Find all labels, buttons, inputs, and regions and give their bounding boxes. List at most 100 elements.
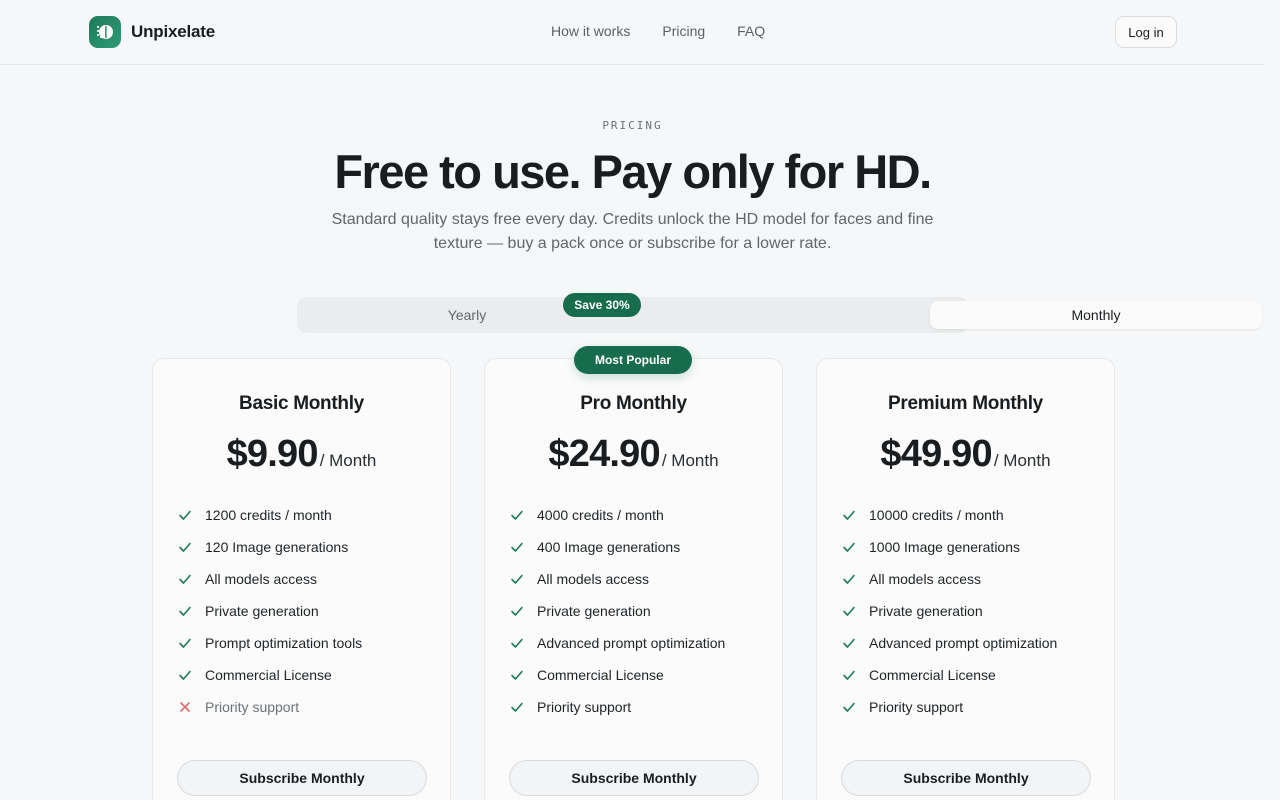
- check-icon: [177, 571, 193, 587]
- feature-label: 120 Image generations: [205, 539, 349, 555]
- feature-label: Private generation: [537, 603, 651, 619]
- cross-icon: [177, 699, 193, 715]
- check-icon: [177, 635, 193, 651]
- feature-item: 120 Image generations: [177, 531, 362, 563]
- check-icon: [509, 507, 525, 523]
- feature-item: 4000 credits / month: [509, 499, 725, 531]
- logo-icon: [89, 16, 121, 48]
- feature-label: Private generation: [205, 603, 319, 619]
- feature-list: 4000 credits / month 400 Image generation…: [509, 499, 725, 723]
- feature-label: 4000 credits / month: [537, 507, 664, 523]
- check-icon: [177, 667, 193, 683]
- nav-how-it-works[interactable]: How it works: [551, 23, 630, 39]
- feature-label: 1000 Image generations: [869, 539, 1020, 555]
- check-icon: [509, 571, 525, 587]
- feature-label: 1200 credits / month: [205, 507, 332, 523]
- feature-item: Priority support: [509, 691, 725, 723]
- feature-label: 10000 credits / month: [869, 507, 1004, 523]
- feature-label: Priority support: [537, 699, 632, 715]
- plan-price-row: $9.90 / Month: [153, 433, 450, 476]
- feature-label: Priority support: [205, 699, 300, 715]
- feature-label: All models access: [537, 571, 650, 587]
- page-subtitle: Standard quality stays free every day. C…: [331, 211, 934, 252]
- feature-list: 10000 credits / month 1000 Image generati…: [841, 499, 1057, 723]
- page-title: Free to use. Pay only for HD.: [334, 145, 932, 198]
- save-badge: Save 30%: [563, 293, 641, 317]
- feature-item: 10000 credits / month: [841, 499, 1057, 531]
- feature-label: Commercial License: [205, 667, 332, 683]
- feature-item: Priority support: [177, 691, 362, 723]
- subscribe-button[interactable]: Subscribe Monthly: [177, 760, 427, 796]
- subscribe-button[interactable]: Subscribe Monthly: [841, 760, 1091, 796]
- plan-price-row: $24.90 / Month: [485, 433, 782, 476]
- feature-item: Commercial License: [177, 659, 362, 691]
- feature-label: Commercial License: [869, 667, 996, 683]
- plan-price: $9.90: [226, 433, 319, 475]
- check-icon: [841, 539, 857, 555]
- plan-price: $49.90: [880, 433, 992, 475]
- plan-period: / Month: [319, 451, 377, 470]
- feature-item: 1200 credits / month: [177, 499, 362, 531]
- nav-faq[interactable]: FAQ: [737, 23, 765, 39]
- toggle-monthly[interactable]: Monthly: [930, 301, 1262, 329]
- brand-name: Unpixelate: [131, 22, 215, 41]
- feature-item: Priority support: [841, 691, 1057, 723]
- feature-label: All models access: [205, 571, 318, 587]
- scrollbar[interactable]: [1265, 0, 1280, 800]
- nav-pricing[interactable]: Pricing: [662, 23, 705, 39]
- subscribe-button[interactable]: Subscribe Monthly: [509, 760, 759, 796]
- feature-label: Private generation: [869, 603, 983, 619]
- check-icon: [509, 667, 525, 683]
- check-icon: [841, 635, 857, 651]
- feature-item: Private generation: [841, 595, 1057, 627]
- check-icon: [177, 603, 193, 619]
- plan-price: $24.90: [548, 433, 660, 475]
- brand[interactable]: Unpixelate: [89, 16, 215, 48]
- section-eyebrow: PRICING: [602, 119, 663, 132]
- feature-item: Advanced prompt optimization: [841, 627, 1057, 659]
- check-icon: [841, 667, 857, 683]
- feature-item: 400 Image generations: [509, 531, 725, 563]
- plan-card-basic: Basic Monthly $9.90 / Month 1200 credits…: [152, 358, 451, 800]
- feature-item: Prompt optimization tools: [177, 627, 362, 659]
- feature-label: Advanced prompt optimization: [869, 635, 1058, 651]
- site-header: Unpixelate How it works Pricing FAQ Log …: [0, 0, 1265, 65]
- check-icon: [177, 539, 193, 555]
- plan-name: Basic Monthly: [239, 393, 364, 414]
- feature-item: Private generation: [177, 595, 362, 627]
- main-nav: How it works Pricing FAQ: [551, 23, 765, 39]
- feature-label: Priority support: [869, 699, 964, 715]
- check-icon: [509, 635, 525, 651]
- plan-name: Premium Monthly: [888, 393, 1043, 414]
- feature-list: 1200 credits / month 120 Image generation…: [177, 499, 362, 723]
- plan-card-premium: Premium Monthly $49.90 / Month 10000 cre…: [816, 358, 1115, 800]
- feature-item: Advanced prompt optimization: [509, 627, 725, 659]
- check-icon: [509, 603, 525, 619]
- plan-period: / Month: [661, 451, 719, 470]
- plan-name: Pro Monthly: [580, 393, 687, 414]
- feature-label: Commercial License: [537, 667, 664, 683]
- check-icon: [177, 507, 193, 523]
- plan-period: / Month: [993, 451, 1051, 470]
- feature-label: Prompt optimization tools: [205, 635, 363, 651]
- feature-item: Commercial License: [509, 659, 725, 691]
- check-icon: [509, 699, 525, 715]
- check-icon: [509, 539, 525, 555]
- plan-card-pro: Pro Monthly $24.90 / Month 4000 credits …: [484, 358, 783, 800]
- check-icon: [841, 699, 857, 715]
- feature-label: All models access: [869, 571, 982, 587]
- feature-item: All models access: [509, 563, 725, 595]
- most-popular-badge: Most Popular: [574, 346, 692, 374]
- check-icon: [841, 507, 857, 523]
- feature-item: Private generation: [509, 595, 725, 627]
- feature-item: All models access: [841, 563, 1057, 595]
- feature-item: 1000 Image generations: [841, 531, 1057, 563]
- feature-item: All models access: [177, 563, 362, 595]
- plan-price-row: $49.90 / Month: [817, 433, 1114, 476]
- feature-item: Commercial License: [841, 659, 1057, 691]
- login-button[interactable]: Log in: [1115, 16, 1177, 48]
- check-icon: [841, 603, 857, 619]
- check-icon: [841, 571, 857, 587]
- feature-label: 400 Image generations: [537, 539, 681, 555]
- feature-label: Advanced prompt optimization: [537, 635, 726, 651]
